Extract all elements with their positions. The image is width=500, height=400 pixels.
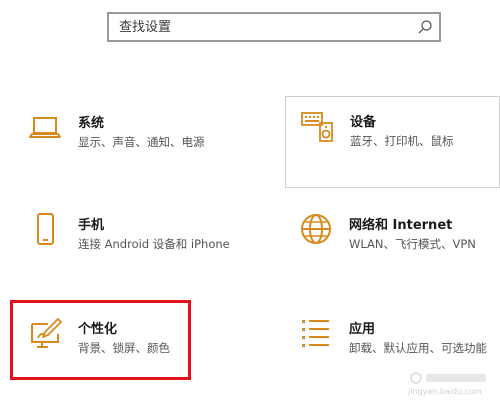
tile-title: 个性化 [78,322,118,337]
phone-icon [37,213,54,245]
search-box[interactable] [107,12,441,42]
tile-description: 蓝牙、打印机、鼠标 [350,134,454,148]
apps-list-icon [302,320,329,347]
tile-personalization[interactable]: 个性化 背景、锁屏、颜色 [14,304,229,396]
tile-title: 手机 [78,218,105,233]
devices-icon [301,112,333,142]
tile-title: 应用 [349,322,376,337]
tile-description: 背景、锁屏、颜色 [78,341,170,355]
tile-description: 连接 Android 设备和 iPhone [78,237,230,251]
globe-icon [301,214,331,244]
search-input[interactable] [119,14,409,40]
tile-devices[interactable]: 设备 蓝牙、打印机、鼠标 [285,96,500,188]
watermark-logo-icon [410,372,486,384]
tile-description: WLAN、飞行模式、VPN [349,237,476,251]
search-icon[interactable] [417,19,433,35]
watermark-text: jingyan.baidu.com [408,387,482,396]
tile-title: 设备 [350,115,377,130]
personalization-icon [31,318,62,348]
tile-title: 网络和 Internet [349,218,453,233]
tile-description: 显示、声音、通知、电源 [78,135,205,149]
tile-network[interactable]: 网络和 Internet WLAN、飞行模式、VPN [285,200,500,292]
tile-description: 卸载、默认应用、可选功能 [349,341,487,355]
tile-phone[interactable]: 手机 连接 Android 设备和 iPhone [14,200,230,292]
laptop-icon [29,117,61,138]
tile-system[interactable]: 系统 显示、声音、通知、电源 [14,98,229,190]
watermark: jingyan.baidu.com [408,370,492,396]
settings-home: 系统 显示、声音、通知、电源 设备 蓝牙、打印机、鼠标 手机 连接 Androi… [0,0,500,400]
tile-title: 系统 [78,116,105,131]
